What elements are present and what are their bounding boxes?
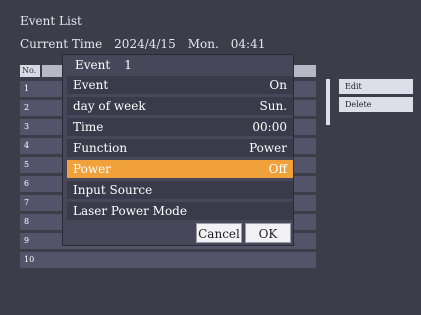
dialog-row-value: 00:00 [252, 120, 287, 134]
dialog-row-value: On [269, 78, 287, 92]
dialog-row-value: Sun. [259, 99, 288, 113]
row-number: 9 [24, 236, 30, 245]
dialog-title: Event 1 [75, 58, 132, 72]
dialog-row-label: Laser Power Mode [73, 204, 187, 218]
dialog-row-label: Time [73, 120, 104, 134]
dialog-row-laser-power-mode[interactable]: Laser Power Mode [67, 202, 293, 220]
row-number: 7 [24, 198, 30, 207]
dialog-row-label: Power [73, 162, 111, 176]
dialog-row-time[interactable]: Time 00:00 [67, 118, 293, 136]
delete-button[interactable]: Delete [339, 97, 413, 112]
row-number: 10 [24, 255, 35, 264]
dialog-buttons: Cancel OK [196, 223, 291, 243]
current-date: 2024/4/15 [114, 37, 176, 51]
dialog-row-label: Input Source [73, 183, 153, 197]
current-weekday: Mon. [187, 37, 219, 51]
cancel-button[interactable]: Cancel [196, 223, 242, 243]
dialog-row-input-source[interactable]: Input Source [67, 181, 293, 199]
current-time: 04:41 [230, 37, 266, 51]
dialog-row-day-of-week[interactable]: day of week Sun. [67, 97, 293, 115]
row-number: 8 [24, 217, 30, 226]
edit-button[interactable]: Edit [339, 79, 413, 94]
row-number: 1 [24, 84, 30, 93]
dialog-title-label: Event [75, 58, 111, 72]
row-number: 3 [24, 122, 30, 131]
dialog-row-label: day of week [73, 99, 146, 113]
dialog-row-power[interactable]: Power Off [67, 160, 293, 178]
action-divider [326, 79, 330, 125]
page-title: Event List [20, 14, 82, 28]
dialog-row-value: Power [249, 141, 287, 155]
event-dialog: Event 1 Event On day of week Sun. Time 0… [63, 55, 293, 245]
current-time-bar: Current Time 2024/4/15 Mon. 04:41 [20, 37, 265, 51]
dialog-row-label: Event [73, 78, 109, 92]
dialog-row-function[interactable]: Function Power [67, 139, 293, 157]
dialog-row-value: Off [268, 162, 287, 176]
row-number: 2 [24, 103, 30, 112]
ok-button[interactable]: OK [245, 223, 291, 243]
row-number: 4 [24, 141, 30, 150]
dialog-row-label: Function [73, 141, 128, 155]
table-row[interactable]: 10 [20, 252, 316, 268]
current-time-label: Current Time [20, 37, 103, 51]
row-number: 6 [24, 179, 30, 188]
column-header-no: No. [20, 65, 40, 77]
row-number: 5 [24, 160, 30, 169]
dialog-row-event[interactable]: Event On [67, 76, 293, 94]
dialog-title-number: 1 [124, 58, 132, 72]
